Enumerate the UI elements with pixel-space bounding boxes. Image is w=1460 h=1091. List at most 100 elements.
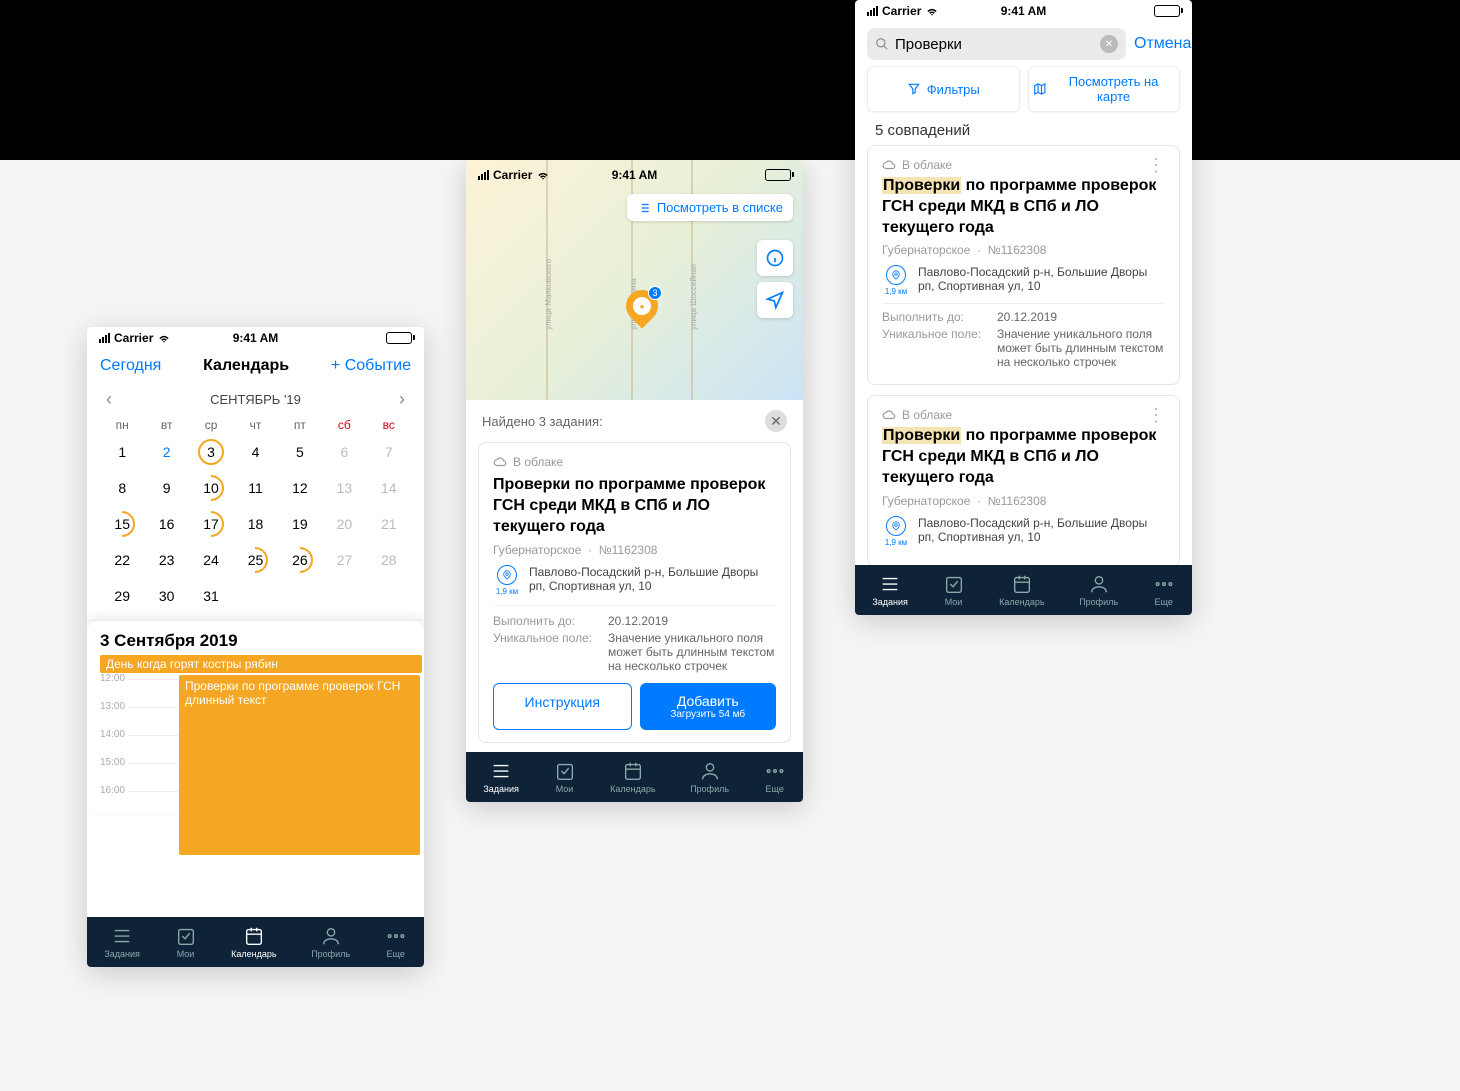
more-icon[interactable]: ⋮ (1147, 410, 1165, 420)
tab-calendar[interactable]: Календарь (999, 573, 1044, 607)
tab-my[interactable]: Мои (554, 760, 576, 794)
view-map-button[interactable]: Посмотреть на карте (1028, 66, 1181, 112)
tab-bar: Задания Мои Календарь Профиль Еще (87, 917, 424, 967)
tab-my[interactable]: Мои (175, 925, 197, 959)
tab-tasks[interactable]: Задания (872, 573, 908, 607)
calendar-day[interactable]: 13 (322, 470, 366, 506)
cloud-icon (882, 160, 896, 170)
calendar-event[interactable]: Проверки по программе проверок ГСН длинн… (179, 675, 420, 855)
calendar-day (233, 578, 277, 614)
view-list-button[interactable]: Посмотреть в списке (627, 194, 793, 221)
cloud-status: В облаке (882, 158, 952, 172)
calendar-day[interactable]: 14 (367, 470, 411, 506)
map-view[interactable]: Carrier 9:41 AM улица Маяковского улица … (466, 160, 803, 400)
match-count: 5 совпадений (855, 122, 1192, 145)
tab-more[interactable]: Еще (764, 760, 786, 794)
calendar-day[interactable]: 31 (189, 578, 233, 614)
task-card[interactable]: В облаке Проверки по программе проверок … (478, 442, 791, 743)
tab-profile[interactable]: Профиль (311, 925, 350, 959)
tab-more[interactable]: Еще (1153, 573, 1175, 607)
calendar-day[interactable]: 24 (189, 542, 233, 578)
calendar-day[interactable]: 8 (100, 470, 144, 506)
calendar-day[interactable]: 20 (322, 506, 366, 542)
calendar-day[interactable]: 30 (144, 578, 188, 614)
list-icon (637, 201, 651, 215)
weekday-label: пн (100, 418, 144, 432)
calendar-day[interactable]: 15 (100, 506, 144, 542)
calendar-day[interactable]: 22 (100, 542, 144, 578)
calendar-day[interactable]: 18 (233, 506, 277, 542)
result-card[interactable]: В облаке⋮ Проверки по программе проверок… (867, 395, 1180, 566)
more-icon[interactable]: ⋮ (1147, 160, 1165, 170)
add-button[interactable]: ДобавитьЗагрузить 54 мб (640, 683, 777, 730)
add-event-button[interactable]: + Событие (331, 357, 411, 375)
calendar-day[interactable]: 11 (233, 470, 277, 506)
tab-bar: Задания Мои Календарь Профиль Еще (855, 565, 1192, 615)
calendar-day[interactable]: 2 (144, 434, 188, 470)
tab-calendar[interactable]: Календарь (610, 760, 655, 794)
weekday-label: сб (322, 418, 366, 432)
month-label: СЕНТЯБРЬ '19 (210, 392, 301, 407)
today-button[interactable]: Сегодня (100, 357, 161, 375)
calendar-day[interactable]: 4 (233, 434, 277, 470)
tab-bar: Задания Мои Календарь Профиль Еще (466, 752, 803, 802)
calendar-day[interactable]: 16 (144, 506, 188, 542)
status-bar: Carrier 9:41 AM (466, 164, 803, 186)
card-address: 1,9 км Павлово-Посадский р-н, Большие Дв… (882, 265, 1165, 297)
card-address: 1,9 км Павлово-Посадский р-н, Большие Дв… (493, 565, 776, 597)
clear-button[interactable]: ✕ (1100, 35, 1118, 53)
calendar-day[interactable]: 26 (278, 542, 322, 578)
info-button[interactable] (757, 240, 793, 276)
calendar-day[interactable]: 17 (189, 506, 233, 542)
calendar-day[interactable]: 28 (367, 542, 411, 578)
map-icon (1033, 82, 1047, 96)
map-pin[interactable]: ●3 (626, 290, 658, 330)
calendar-day[interactable]: 23 (144, 542, 188, 578)
tab-calendar[interactable]: Календарь (231, 925, 276, 959)
calendar-day[interactable]: 19 (278, 506, 322, 542)
close-button[interactable]: ✕ (765, 410, 787, 432)
info-icon (765, 248, 785, 268)
tab-my[interactable]: Мои (943, 573, 965, 607)
month-nav: ‹ СЕНТЯБРЬ '19 › (87, 383, 424, 416)
calendar-day[interactable]: 10 (189, 470, 233, 506)
allday-event[interactable]: День когда горят костры рябин (100, 655, 422, 673)
calendar-day[interactable]: 1 (100, 434, 144, 470)
weekday-label: чт (233, 418, 277, 432)
calendar-day[interactable]: 5 (278, 434, 322, 470)
tab-profile[interactable]: Профиль (690, 760, 729, 794)
locate-button[interactable] (757, 282, 793, 318)
calendar-title: Календарь (203, 357, 289, 375)
cloud-status: В облаке (493, 455, 776, 469)
weekday-label: вс (367, 418, 411, 432)
calendar-day[interactable]: 3 (189, 434, 233, 470)
results-header: Найдено 3 задания: ✕ (466, 400, 803, 442)
tab-tasks[interactable]: Задания (483, 760, 519, 794)
weekday-header: пнвтсрчтптсбвс (87, 416, 424, 434)
tab-more[interactable]: Еще (385, 925, 407, 959)
filters-button[interactable]: Фильтры (867, 66, 1020, 112)
prev-month-button[interactable]: ‹ (100, 389, 118, 410)
card-title: Проверки по программе проверок ГСН среди… (882, 176, 1165, 238)
card-subtitle: Губернаторское · №1162308 (493, 543, 776, 557)
search-icon (875, 37, 889, 51)
status-bar: Carrier 9:41 AM (87, 327, 424, 349)
tab-tasks[interactable]: Задания (104, 925, 140, 959)
calendar-day[interactable]: 9 (144, 470, 188, 506)
calendar-day (278, 578, 322, 614)
calendar-day[interactable]: 7 (367, 434, 411, 470)
instruction-button[interactable]: Инструкция (493, 683, 632, 730)
calendar-day[interactable]: 29 (100, 578, 144, 614)
tab-profile[interactable]: Профиль (1079, 573, 1118, 607)
card-subtitle: Губернаторское · №1162308 (882, 243, 1165, 257)
calendar-day[interactable]: 12 (278, 470, 322, 506)
calendar-day[interactable]: 6 (322, 434, 366, 470)
day-header: 3 Сентября 2019 (87, 620, 424, 655)
calendar-day[interactable]: 25 (233, 542, 277, 578)
search-input[interactable]: ✕ (867, 28, 1126, 60)
result-card[interactable]: В облаке ⋮ Проверки по программе проверок… (867, 145, 1180, 385)
next-month-button[interactable]: › (393, 389, 411, 410)
calendar-day[interactable]: 21 (367, 506, 411, 542)
cancel-button[interactable]: Отмена (1134, 35, 1191, 53)
calendar-day[interactable]: 27 (322, 542, 366, 578)
